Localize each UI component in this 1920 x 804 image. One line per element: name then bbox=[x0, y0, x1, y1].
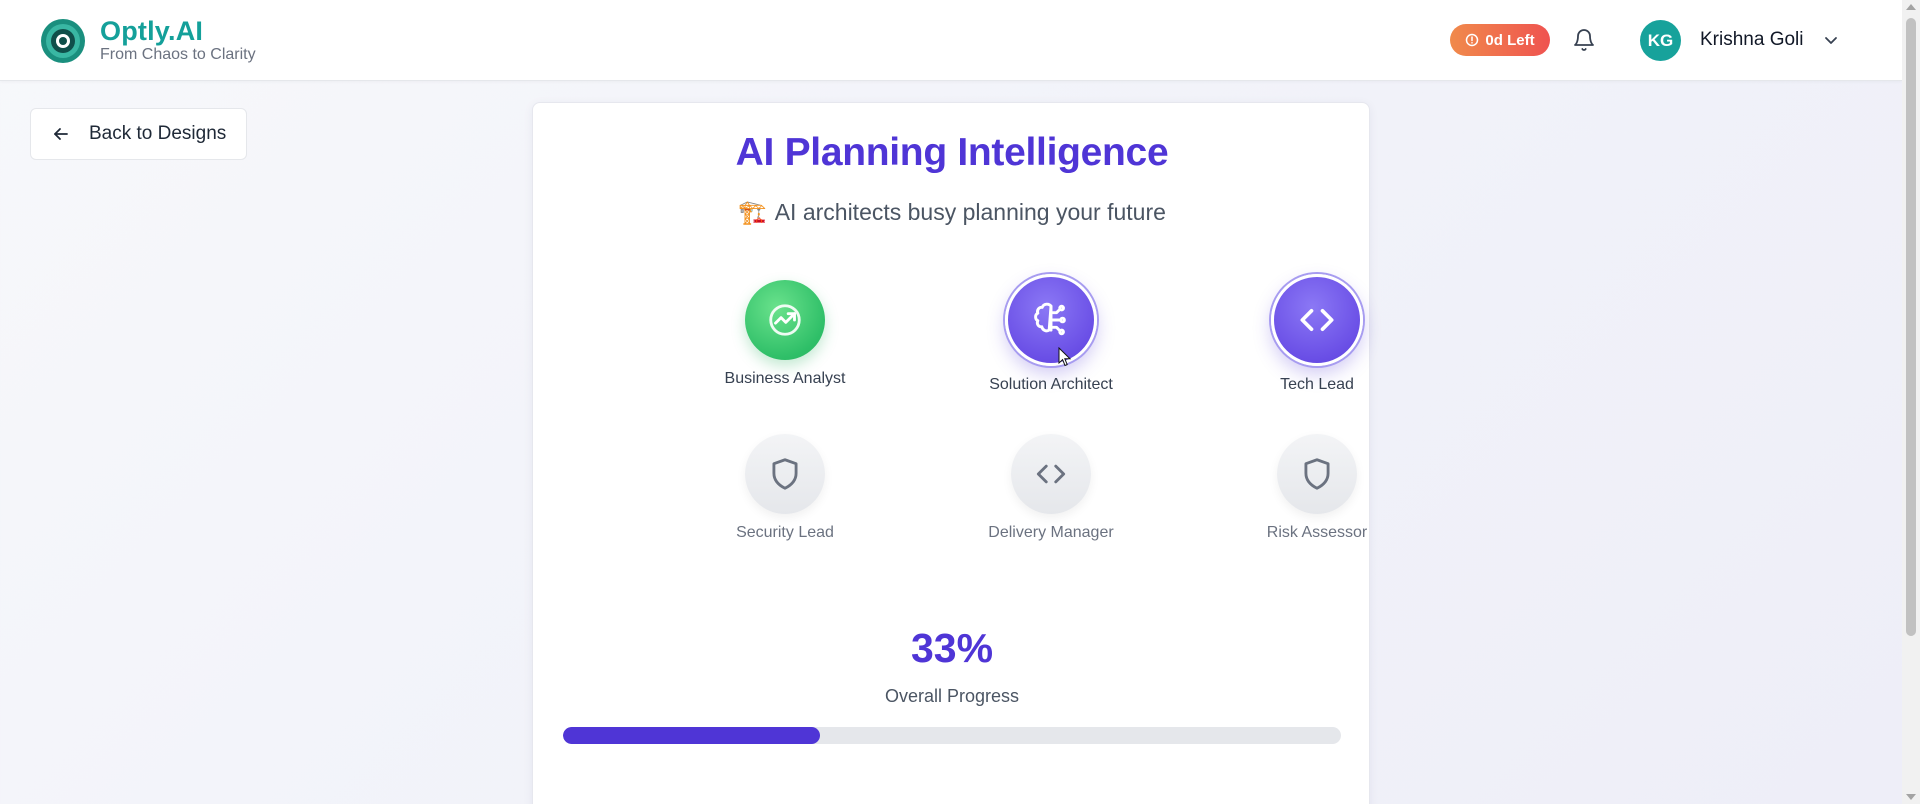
agent-label: Delivery Manager bbox=[988, 524, 1114, 541]
agent-status-circle bbox=[1277, 434, 1357, 514]
agent-security-lead: Security Lead bbox=[685, 434, 885, 542]
bell-icon[interactable] bbox=[1572, 28, 1596, 52]
top-header: Optly.AI From Chaos to Clarity 0d Left K… bbox=[0, 0, 1902, 81]
progress-bar-track bbox=[563, 727, 1341, 744]
agent-label: Business Analyst bbox=[724, 370, 846, 387]
trending-up-icon bbox=[769, 304, 801, 336]
brand-tagline: From Chaos to Clarity bbox=[100, 46, 256, 63]
agent-label: Security Lead bbox=[736, 524, 834, 541]
scroll-down-arrow-icon[interactable] bbox=[1906, 794, 1916, 800]
card-subtitle: 🏗️ AI architects busy planning your futur… bbox=[533, 199, 1371, 226]
code-icon bbox=[1300, 309, 1334, 331]
agent-status-circle bbox=[1271, 274, 1363, 366]
user-avatar[interactable]: KG bbox=[1640, 20, 1681, 61]
agent-status-circle bbox=[1011, 434, 1091, 514]
progress-bar-fill bbox=[563, 727, 820, 744]
code-icon bbox=[1036, 464, 1066, 484]
scroll-up-arrow-icon[interactable] bbox=[1906, 4, 1916, 10]
agent-solution-architect: Solution Architect bbox=[951, 274, 1151, 394]
progress-percent: 33% bbox=[910, 625, 994, 671]
brand-name[interactable]: Optly.AI bbox=[100, 16, 203, 47]
scrollbar-thumb[interactable] bbox=[1906, 18, 1916, 636]
agent-label: Tech Lead bbox=[1280, 376, 1354, 393]
eye-logo-icon[interactable] bbox=[40, 18, 86, 64]
construction-emoji-icon: 🏗️ bbox=[738, 199, 767, 225]
progress-label: Overall Progress bbox=[884, 686, 1020, 706]
agent-delivery-manager: Delivery Manager bbox=[951, 434, 1151, 542]
agent-status-circle bbox=[745, 280, 825, 360]
agent-tech-lead: Tech Lead bbox=[1217, 274, 1417, 394]
mouse-cursor-icon bbox=[1058, 347, 1072, 367]
back-to-designs-button[interactable]: Back to Designs bbox=[30, 108, 247, 160]
shield-icon bbox=[772, 458, 798, 490]
trial-days-badge[interactable]: 0d Left bbox=[1450, 24, 1550, 56]
agent-risk-assessor: Risk Assessor bbox=[1217, 434, 1417, 542]
agent-business-analyst: Business Analyst bbox=[685, 280, 885, 388]
planning-card: AI Planning Intelligence 🏗️ AI architects… bbox=[532, 102, 1370, 804]
brain-icon bbox=[1034, 302, 1066, 336]
clock-icon bbox=[1466, 33, 1479, 47]
arrow-left-icon bbox=[54, 128, 68, 140]
chevron-down-icon[interactable] bbox=[1821, 30, 1841, 50]
back-button-label: Back to Designs bbox=[89, 123, 227, 144]
agent-label: Risk Assessor bbox=[1266, 524, 1368, 541]
agent-status-circle bbox=[745, 434, 825, 514]
shield-icon bbox=[1304, 458, 1330, 490]
page-scrollbar[interactable] bbox=[1902, 0, 1920, 804]
agent-label: Solution Architect bbox=[989, 376, 1113, 393]
card-subtitle-text: AI architects busy planning your future bbox=[774, 199, 1166, 225]
user-name[interactable]: Krishna Goli bbox=[1700, 29, 1804, 51]
card-title: AI Planning Intelligence bbox=[735, 131, 1169, 174]
agent-status-circle bbox=[1005, 274, 1097, 366]
trial-badge-text: 0d Left bbox=[1485, 31, 1535, 49]
